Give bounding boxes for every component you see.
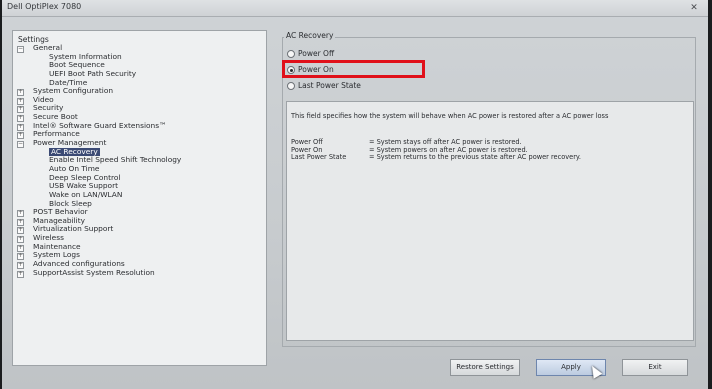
tree-list: − General System Information Boot Sequence U… [13, 43, 266, 278]
exit-button[interactable]: Exit [622, 359, 688, 376]
option-row: Last Power State = System returns to the… [291, 154, 581, 162]
radio-icon [287, 82, 295, 90]
option-table: Power Off = System stays off after AC po… [291, 138, 581, 162]
close-icon[interactable]: ✕ [690, 4, 698, 13]
radio-label: Power Off [298, 49, 335, 58]
expand-icon[interactable]: + [17, 270, 24, 278]
radio-power-off[interactable]: Power Off [287, 49, 334, 59]
option-value: = System returns to the previous state a… [369, 153, 581, 162]
description-box: This field specifies how the system will… [286, 101, 694, 341]
title-bar: Dell OptiPlex 7080 ✕ [2, 0, 708, 17]
radio-label: Last Power State [298, 81, 361, 90]
settings-tree: Settings − General System Information Boot … [12, 30, 267, 366]
radio-last-power-state[interactable]: Last Power State [287, 81, 361, 91]
tree-item-label: SupportAssist System Resolution [33, 267, 155, 277]
tree-item[interactable]: + SupportAssist System Resolution [13, 267, 266, 278]
restore-settings-button[interactable]: Restore Settings [450, 359, 520, 376]
radio-icon [287, 50, 295, 58]
group-legend: AC Recovery [284, 31, 336, 40]
option-key: Last Power State [291, 153, 347, 162]
window-title: Dell OptiPlex 7080 [7, 2, 82, 11]
highlight-box [282, 60, 425, 78]
description-text: This field specifies how the system will… [291, 112, 609, 120]
